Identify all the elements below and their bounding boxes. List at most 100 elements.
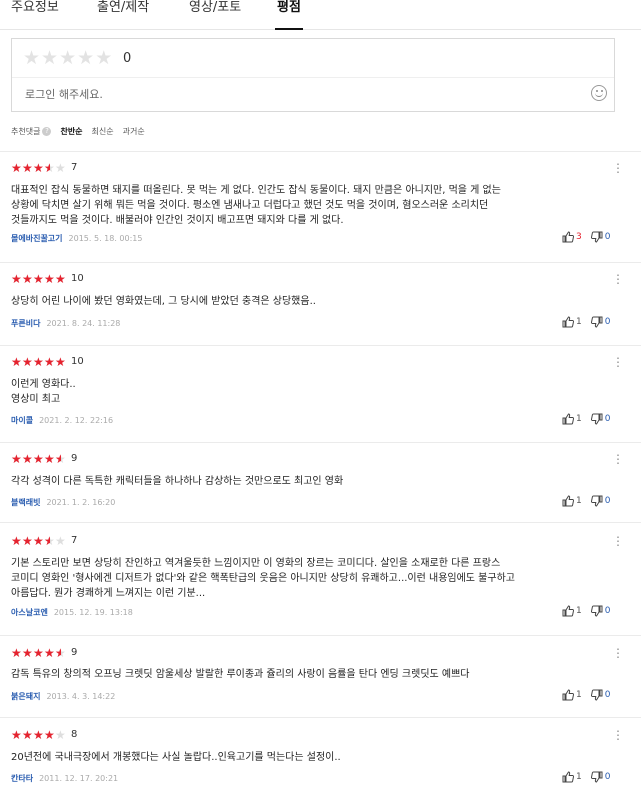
review-text-line: 아름답다. 뭔가 경쾌하게 느껴지는 이런 기분...: [11, 588, 206, 599]
review-username[interactable]: 푸른비다: [11, 319, 40, 328]
like-button[interactable]: 1: [562, 316, 582, 328]
more-options-icon[interactable]: ⋮: [612, 162, 624, 174]
like-button[interactable]: 1: [562, 771, 582, 783]
like-button[interactable]: 1: [562, 605, 582, 617]
review-stars: ★★★★★★★★★★: [11, 161, 66, 175]
review-username[interactable]: 붉은돼지: [11, 692, 40, 701]
more-options-icon[interactable]: ⋮: [612, 535, 624, 547]
review-actions: 10: [562, 495, 610, 507]
review-text-line: 상황에 닥치면 살기 위해 뭐든 먹을 것이다. 평소엔 냄새나고 더럽다고 했…: [11, 200, 489, 211]
dislike-button[interactable]: 0: [590, 231, 611, 243]
review-date: 2021. 1. 2. 16:20: [46, 498, 116, 507]
star-icon: ★★: [22, 646, 33, 660]
star-icon: ★★: [55, 728, 66, 742]
review-date: 2015. 5. 18. 00:15: [68, 234, 143, 243]
like-button[interactable]: 3: [562, 231, 582, 243]
star-icon: ★★: [11, 355, 22, 369]
dislike-button[interactable]: 0: [590, 605, 610, 617]
star-icon[interactable]: ★: [77, 49, 94, 68]
review-score: 10: [71, 273, 84, 284]
star-icon: ★★: [11, 452, 22, 466]
like-button[interactable]: 1: [562, 689, 582, 701]
review-meta: 붉은돼지 2013. 4. 3. 14:22: [11, 691, 115, 702]
tab-video-photo[interactable]: 영상/포토: [189, 0, 241, 30]
review-meta: 블랙래빗 2021. 1. 2. 16:20: [11, 497, 115, 508]
login-prompt[interactable]: 로그인 해주세요.: [25, 86, 103, 102]
dislike-count: 0: [604, 414, 611, 424]
review-date: 2011. 12. 17. 20:21: [39, 774, 119, 783]
more-options-icon[interactable]: ⋮: [612, 647, 624, 659]
star-icon[interactable]: ★: [95, 49, 112, 68]
review-username[interactable]: 칸타타: [11, 774, 33, 783]
review-meta: 몰에바진꿀고기 2015. 5. 18. 00:15: [11, 233, 142, 244]
review-text: 기본 스토리만 보면 상당히 잔인하고 역겨울듯한 느낌이지만 이 영화의 장르…: [11, 556, 611, 601]
review-actions: 10: [562, 605, 610, 617]
more-options-icon[interactable]: ⋮: [612, 273, 624, 285]
tab-ratings[interactable]: 평점: [275, 0, 303, 30]
star-icon: ★★: [44, 728, 55, 742]
like-button[interactable]: 1: [562, 413, 582, 425]
thumbs-up-icon: [562, 413, 574, 425]
dislike-button[interactable]: 0: [590, 689, 611, 701]
like-count: 1: [576, 496, 582, 506]
more-options-icon[interactable]: ⋮: [612, 729, 624, 741]
star-icon: ★★: [44, 452, 55, 466]
tab-cast-crew[interactable]: 출연/제작: [97, 0, 149, 30]
more-options-icon[interactable]: ⋮: [612, 453, 624, 465]
star-icon: ★★: [55, 272, 66, 286]
sort-option-oldest[interactable]: 과거순: [123, 126, 145, 137]
sort-option-latest[interactable]: 최신순: [92, 126, 114, 137]
star-icon: ★★: [11, 161, 22, 175]
thumbs-down-icon: [590, 605, 603, 617]
review-text: 20년전에 국내극장에서 개봉했다는 사실 놀랍다..인육고기를 먹는다는 설정…: [11, 750, 611, 765]
review-username[interactable]: 마이콜: [11, 416, 33, 425]
review-text-line: 영상미 최고: [11, 394, 61, 405]
review-stars: ★★★★★★★★★★: [11, 355, 66, 369]
star-icon: ★★: [11, 534, 22, 548]
like-count: 1: [576, 414, 582, 424]
review-score: 7: [71, 162, 78, 173]
star-icon: ★★: [33, 355, 44, 369]
star-icon[interactable]: ★: [41, 49, 58, 68]
dislike-count: 0: [604, 232, 611, 242]
thumbs-down-icon: [590, 771, 603, 783]
tab-main-info[interactable]: 주요정보: [11, 0, 59, 30]
star-icon[interactable]: ★: [23, 49, 40, 68]
rating-star-input[interactable]: ★ ★ ★ ★ ★: [23, 49, 112, 68]
review-score: 8: [71, 729, 78, 740]
dislike-button[interactable]: 0: [590, 316, 610, 328]
star-icon[interactable]: ★: [59, 49, 76, 68]
dislike-button[interactable]: 0: [590, 495, 610, 507]
dislike-button[interactable]: 0: [590, 413, 611, 425]
more-options-icon[interactable]: ⋮: [612, 356, 624, 368]
dislike-button[interactable]: 0: [590, 771, 610, 783]
like-count: 1: [576, 690, 582, 700]
dislike-count: 0: [604, 690, 611, 700]
review-item: ★ ★ ★ ★ ★ ★ ★ ★ ★ ★ 9 ⋮ 각각 성격이 다른 독특한 캐릭터들을 하나하나 감상하…: [0, 442, 641, 507]
star-icon: ★★: [44, 534, 55, 548]
review-score: 9: [71, 647, 78, 658]
review-actions: 10: [562, 771, 610, 783]
sort-option-popular[interactable]: 찬반순: [60, 126, 82, 137]
review-actions: 10: [562, 316, 610, 328]
review-username[interactable]: 블랙래빗: [11, 498, 40, 507]
emoji-icon[interactable]: [591, 85, 607, 101]
review-date: 2013. 4. 3. 14:22: [46, 692, 116, 701]
review-username[interactable]: 아스날코엔: [11, 608, 48, 617]
like-button[interactable]: 1: [562, 495, 582, 507]
thumbs-up-icon: [562, 231, 574, 243]
star-icon: ★★: [22, 272, 33, 286]
review-stars: ★★★★★★★★★★: [11, 452, 66, 466]
review-text: 이런게 영화다.. 영상미 최고: [11, 377, 611, 407]
review-item: ★ ★ ★ ★ ★ ★ ★ ★ ★ ★ 9 ⋮ 감독 특유의 창의적 오프닝 크렛딧 암울세상 발랄한 …: [0, 635, 641, 701]
review-date: 2015. 12. 19. 13:18: [53, 608, 133, 617]
review-meta: 푸른비다 2021. 8. 24. 11:28: [11, 318, 120, 329]
help-icon[interactable]: ?: [42, 126, 52, 136]
review-text: 상당히 어린 나이에 봤던 영화였는데, 그 당시에 받았던 충격은 상당했음.…: [11, 294, 611, 309]
review-item: ★★★★★★★★★★7⋮대표적인 잡식 동물하면 돼지를 떠올린다. 못 먹는 …: [0, 151, 641, 243]
review-score: 9: [71, 453, 78, 464]
review-username[interactable]: 몰에바진꿀고기: [11, 234, 63, 243]
tab-bar: 주요정보 출연/제작 영상/포토 평점: [0, 0, 641, 30]
star-icon: ★★: [44, 646, 55, 660]
star-icon: ★★: [55, 355, 66, 369]
